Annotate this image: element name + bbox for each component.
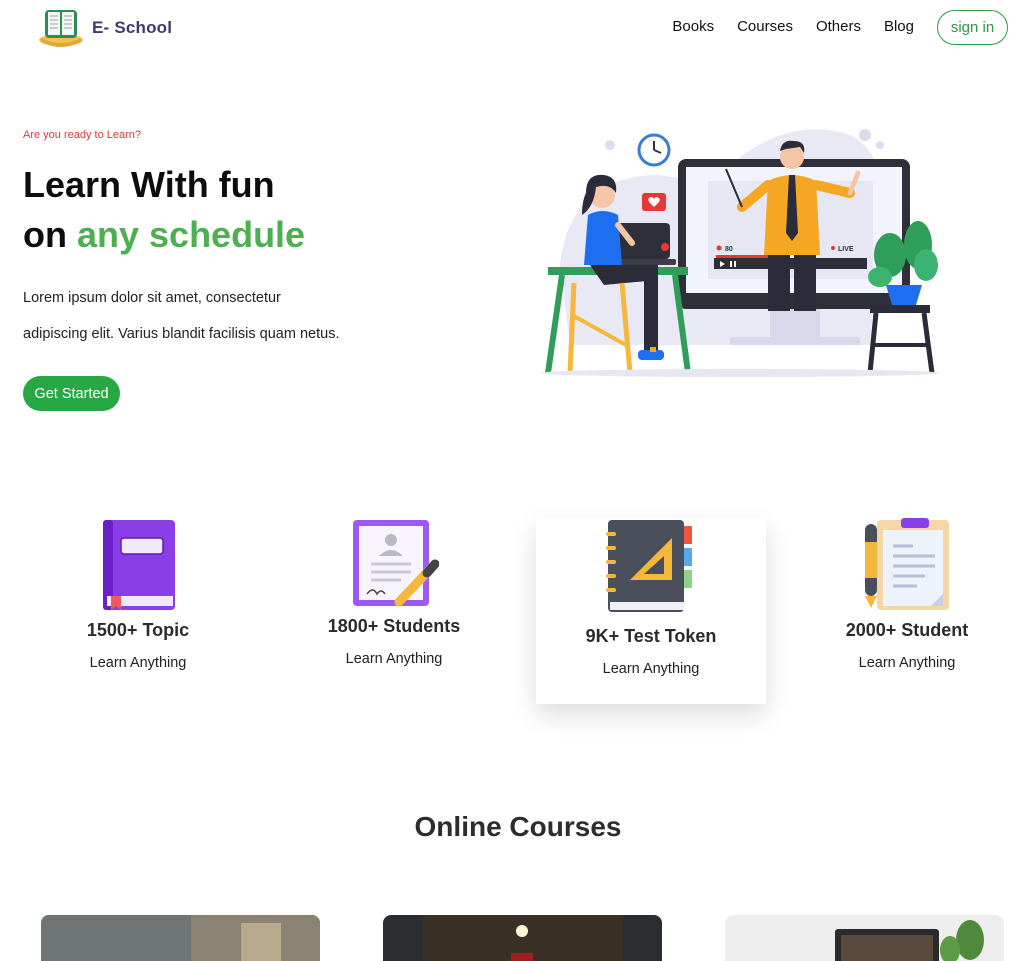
live-badge: LIVE	[838, 246, 854, 253]
notebook-ruler-icon	[606, 520, 692, 612]
stat-title: 1800+ Students	[327, 616, 461, 636]
stat-card-topics: 1500+ Topic Learn Anything	[23, 518, 253, 671]
stat-card-test-tokens: 9K+ Test Token Learn Anything	[536, 518, 766, 704]
stat-card-students: 1800+ Students Learn Anything	[279, 518, 509, 667]
hero-title-line1: Learn With fun	[23, 164, 275, 205]
stat-card-student: 2000+ Student Learn Anything	[792, 518, 1022, 671]
hero-description-line2: adipiscing elit. Varius blandit facilisi…	[23, 326, 340, 342]
nav-link-blog[interactable]: Blog	[884, 18, 914, 35]
viewers-count: 80	[725, 246, 733, 253]
course-card[interactable]	[41, 915, 320, 961]
hero-description: Lorem ipsum dolor sit amet, consectetur …	[23, 280, 363, 352]
stat-subtitle: Learn Anything	[345, 651, 443, 667]
book-icon	[103, 520, 175, 610]
nav-link-courses[interactable]: Courses	[737, 18, 793, 35]
stat-title: 9K+ Test Token	[585, 626, 717, 646]
course-card[interactable]	[383, 915, 662, 961]
hero-title-accent: any schedule	[76, 214, 306, 255]
hero-eyebrow: Are you ready to Learn?	[23, 129, 142, 141]
document-pen-icon	[353, 520, 439, 607]
get-started-button[interactable]: Get Started	[23, 376, 120, 411]
stat-subtitle: Learn Anything	[858, 655, 956, 671]
course-thumbnail	[383, 915, 662, 961]
book-logo-icon	[39, 10, 83, 47]
online-class-illustration: 80 LIVE	[540, 129, 940, 377]
stat-title: 1500+ Topic	[86, 620, 190, 640]
sign-in-button[interactable]: sign in	[937, 10, 1008, 45]
nav-links: Books Courses Others Blog	[672, 18, 914, 35]
nav-link-others[interactable]: Others	[816, 18, 861, 35]
stat-title: 2000+ Student	[845, 620, 969, 640]
hero-title-line2-prefix: on	[23, 214, 77, 255]
online-courses-title: Online Courses	[414, 811, 622, 842]
stat-subtitle: Learn Anything	[89, 655, 187, 671]
navbar: E- School Books Courses Others Blog sign…	[0, 0, 1036, 56]
course-card[interactable]	[725, 915, 1004, 961]
hero-description-line1: Lorem ipsum dolor sit amet, consectetur	[23, 290, 281, 306]
brand[interactable]: E- School	[36, 6, 172, 50]
nav-link-books[interactable]: Books	[672, 18, 714, 35]
clipboard-pen-icon	[865, 518, 949, 610]
stat-subtitle: Learn Anything	[602, 661, 700, 677]
hero-title: Learn With fun on any schedule	[23, 160, 305, 260]
course-thumbnail	[725, 915, 1004, 961]
course-thumbnail	[41, 915, 320, 961]
brand-name: E- School	[92, 18, 173, 37]
